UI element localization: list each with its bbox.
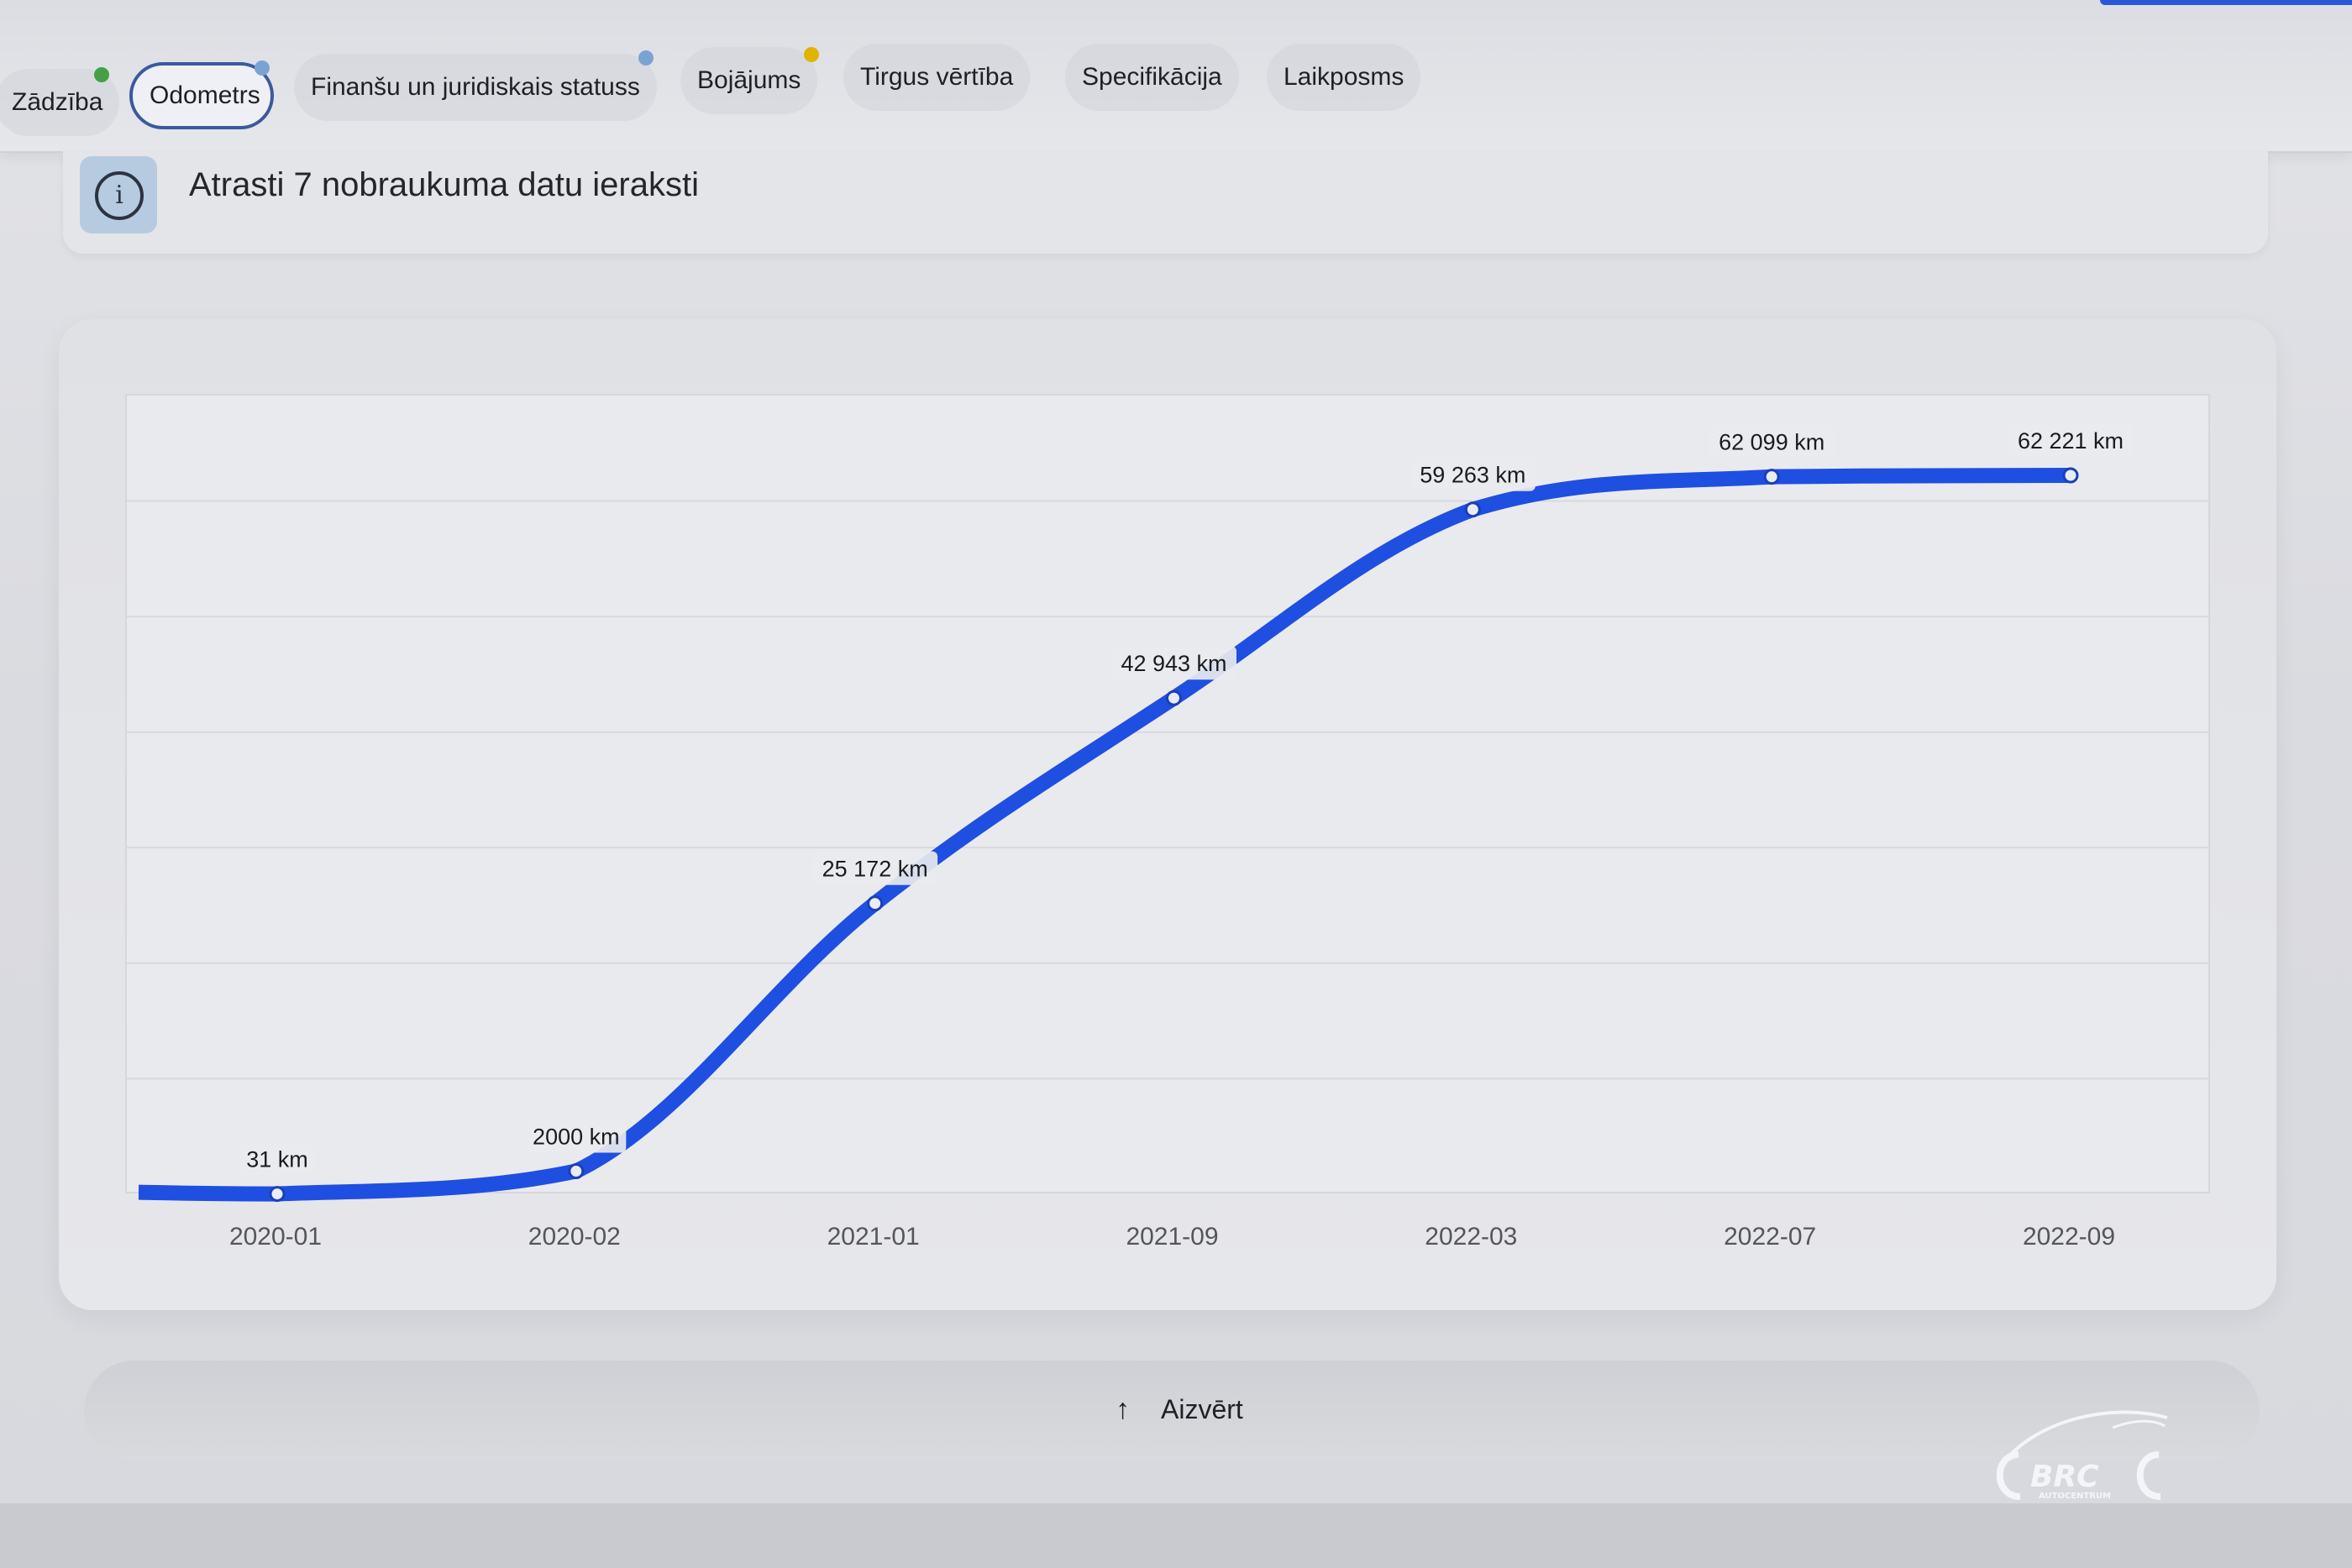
data-label: 31 km (246, 1147, 308, 1172)
x-tick-label: 2021-09 (1126, 1223, 1218, 1251)
brc-autocentrum-logo: BRC AUTOCENTRUM (1996, 1410, 2168, 1501)
data-label: 62 099 km (1719, 430, 1824, 455)
chart-grid (125, 394, 2210, 1193)
logo-text: BRC (2030, 1460, 2099, 1494)
page: Zādzība Odometrs Finanšu un juridiskais … (0, 0, 2352, 1568)
plot-area (125, 394, 2210, 1193)
page-bottom-strip (0, 1503, 2352, 1568)
data-label: 42 943 km (1121, 651, 1226, 676)
x-tick-label: 2020-02 (528, 1223, 621, 1251)
x-tick-label: 2020-01 (229, 1223, 322, 1251)
x-tick-label: 2022-07 (1724, 1223, 1816, 1251)
close-button-label: Aizvērt (1161, 1394, 1243, 1424)
odometer-chart: 31 km 2020-01 2000 km 2020-02 25 172 km 2021-… (125, 394, 2210, 1251)
data-point (2062, 467, 2079, 484)
data-label: 2000 km (533, 1124, 620, 1149)
arrow-up-icon: ↑ (1116, 1393, 1130, 1425)
data-label: 25 172 km (822, 857, 928, 882)
data-label: 59 263 km (1420, 463, 1525, 488)
logo-subtext: AUTOCENTRUM (2039, 1492, 2111, 1501)
data-point (1763, 469, 1780, 485)
data-label: 62 221 km (2018, 428, 2124, 454)
data-point (1464, 501, 1481, 518)
x-tick-label: 2022-09 (2023, 1223, 2115, 1251)
data-point (269, 1186, 286, 1203)
x-tick-label: 2022-03 (1425, 1223, 1517, 1251)
data-point (867, 895, 884, 912)
data-point (1166, 690, 1182, 706)
x-tick-label: 2021-01 (827, 1223, 920, 1251)
data-point (568, 1162, 585, 1179)
close-button[interactable]: ↑ Aizvērt (84, 1361, 2260, 1461)
